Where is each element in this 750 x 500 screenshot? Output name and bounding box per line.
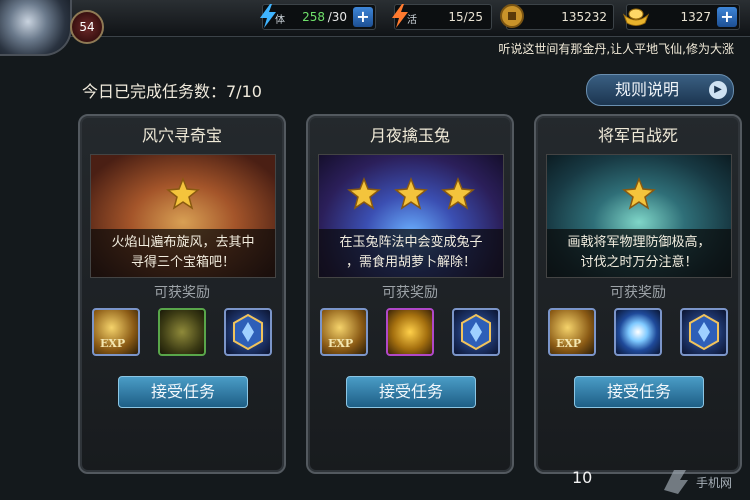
- quest-description-line1: 画戟将军物理防御极高，: [567, 235, 711, 250]
- exp-reward-icon[interactable]: EXP: [548, 308, 596, 356]
- gold-coins-reward-icon[interactable]: [158, 308, 206, 356]
- quest-card-1: 风穴寻奇宝 火焰山遍布旋风，去其中 寻得三个宝箱吧！ 可获奖励 EXP 接受任务: [78, 114, 286, 474]
- watermark-text: 手机网: [696, 476, 733, 490]
- gold-pile-reward-icon[interactable]: [386, 308, 434, 356]
- quest-card-2: 月夜擒玉兔 在玉兔阵法中会变成兔子 ，需食用胡萝卜解除！ 可获奖励 EXP 接受…: [306, 114, 514, 474]
- reward-list: EXP: [92, 308, 272, 360]
- blue-crystal-reward-icon[interactable]: [224, 308, 272, 356]
- exp-reward-label: EXP: [100, 337, 126, 350]
- add-ingots-button[interactable]: +: [717, 7, 737, 27]
- stamina-display: 体 258 /30 +: [260, 4, 376, 30]
- site-watermark-logo: 手机网: [660, 466, 748, 496]
- reward-list: EXP: [548, 308, 728, 360]
- quest-description: 火焰山遍布旋风，去其中 寻得三个宝箱吧！: [91, 229, 275, 277]
- add-stamina-button[interactable]: +: [353, 7, 373, 27]
- difficulty-stars: [547, 177, 731, 215]
- hexagon-gem-icon: [461, 313, 491, 351]
- blue-crystal-reward-icon[interactable]: [680, 308, 728, 356]
- accept-quest-button[interactable]: 接受任务: [574, 376, 704, 408]
- star-icon: [622, 177, 656, 210]
- quest-description-line2: ，需食用胡萝卜解除！: [345, 255, 476, 270]
- reward-label: 可获奖励: [382, 285, 438, 301]
- quest-card-3: 将军百战死 画戟将军物理防御极高， 讨伐之时万分注意！ 可获奖励 EXP 接受任…: [534, 114, 742, 474]
- spirit-orb-reward-icon[interactable]: [614, 308, 662, 356]
- difficulty-stars: [91, 177, 275, 215]
- copper-coin-icon: [500, 4, 524, 28]
- quest-title: 月夜擒玉兔: [369, 126, 450, 145]
- quest-description-line1: 火焰山遍布旋风，去其中: [111, 235, 255, 250]
- reward-label: 可获奖励: [610, 285, 666, 301]
- coins-value: 135232: [561, 10, 607, 24]
- vitality-value: 15/25: [448, 10, 483, 24]
- star-icon: [346, 177, 381, 210]
- quest-title: 将军百战死: [597, 126, 678, 145]
- vitality-label: 活: [407, 15, 417, 26]
- player-level-badge: 54: [70, 10, 104, 44]
- quest-scene-image: 画戟将军物理防御极高， 讨伐之时万分注意！: [546, 154, 732, 278]
- gold-ingot-icon: [622, 8, 650, 26]
- stamina-max: /30: [327, 10, 347, 24]
- star-icon: [441, 177, 476, 210]
- quest-description: 画戟将军物理防御极高， 讨伐之时万分注意！: [547, 229, 731, 277]
- ingots-value: 1327: [680, 10, 711, 24]
- exp-reward-icon[interactable]: EXP: [320, 308, 368, 356]
- stamina-value: 258: [302, 10, 325, 24]
- quest-description-line2: 讨伐之时万分注意！: [580, 255, 698, 270]
- hexagon-gem-icon: [233, 313, 263, 351]
- footer-partial-text: 10: [572, 468, 593, 487]
- reward-label: 可获奖励: [154, 285, 210, 301]
- ingots-display: 1327 +: [622, 4, 740, 30]
- accept-quest-button[interactable]: 接受任务: [118, 376, 248, 408]
- hexagon-gem-icon: [689, 313, 719, 351]
- quest-scene-image: 在玉兔阵法中会变成兔子 ，需食用胡萝卜解除！: [318, 154, 504, 278]
- accept-quest-button[interactable]: 接受任务: [346, 376, 476, 408]
- stamina-label: 体: [275, 15, 285, 26]
- blue-crystal-reward-icon[interactable]: [452, 308, 500, 356]
- daily-progress-text: 今日已完成任务数：7/10: [82, 82, 262, 101]
- quest-description: 在玉兔阵法中会变成兔子 ，需食用胡萝卜解除！: [319, 229, 503, 277]
- rules-button-label: 规则说明: [615, 80, 680, 99]
- quest-scene-image: 火焰山遍布旋风，去其中 寻得三个宝箱吧！: [90, 154, 276, 278]
- quest-title: 风穴寻奇宝: [141, 126, 222, 145]
- vitality-display: 活 15/25: [392, 4, 492, 30]
- rules-button[interactable]: 规则说明 ▶: [586, 74, 734, 106]
- play-arrow-icon: ▶: [709, 81, 727, 99]
- news-ticker: 听说这世间有那金丹,让人平地飞仙,修为大涨: [498, 42, 734, 56]
- top-bar: 54 体 258 /30 + 活 15/25 135232 1327 +: [0, 0, 750, 56]
- exp-reward-icon[interactable]: EXP: [92, 308, 140, 356]
- star-icon: [394, 177, 428, 210]
- star-icon: [166, 177, 200, 210]
- exp-reward-label: EXP: [556, 337, 582, 350]
- player-avatar[interactable]: [0, 0, 72, 56]
- exp-reward-label: EXP: [328, 337, 354, 350]
- reward-list: EXP: [320, 308, 500, 360]
- quest-description-line2: 寻得三个宝箱吧！: [130, 255, 235, 270]
- coins-display: 135232: [500, 4, 614, 30]
- difficulty-stars: [319, 177, 503, 215]
- quest-description-line1: 在玉兔阵法中会变成兔子: [339, 235, 483, 250]
